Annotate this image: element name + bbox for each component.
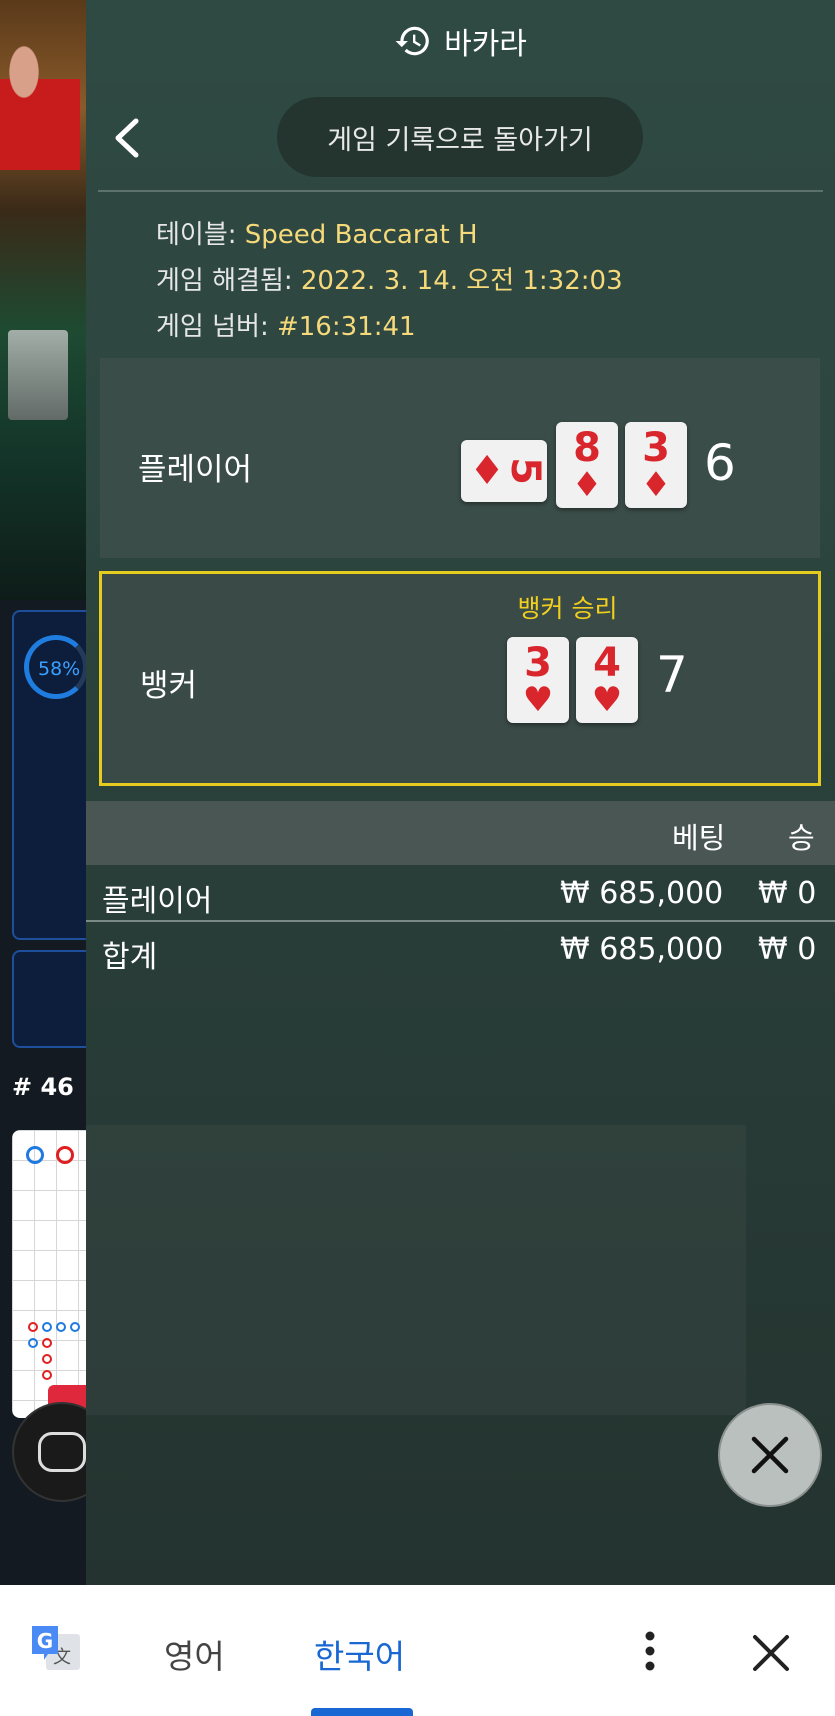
banker-card-2: 4 ♥: [576, 637, 638, 723]
bet-column-header: 베팅: [672, 821, 726, 855]
close-icon: [751, 1436, 789, 1474]
player-label: 플레이어: [138, 452, 253, 488]
chip-icon: [38, 1432, 86, 1472]
card-shoe-image: [8, 330, 68, 420]
overlay-header: 바카라: [86, 0, 835, 82]
card-suit: ♦: [469, 448, 505, 494]
table-info: 테이블: Speed Baccarat H: [156, 214, 478, 251]
bet-row-name: 플레이어: [102, 884, 213, 919]
table-label: 테이블:: [156, 220, 237, 250]
total-row-win: ₩ 0: [758, 932, 817, 967]
card-suit: ♦: [640, 465, 672, 505]
card-suit: ♥: [522, 680, 554, 720]
divider: [98, 190, 823, 192]
resolved-label: 게임 해결됨:: [156, 266, 293, 296]
road-dot: [56, 1322, 66, 1332]
bet-row-amount: ₩ 685,000: [560, 876, 724, 911]
bead-road: [12, 1130, 86, 1418]
win-column-header: 승: [788, 821, 815, 855]
game-number-info: 게임 넘버: #16:31:41: [156, 306, 416, 343]
target-language-tab[interactable]: 한국어: [314, 1630, 405, 1678]
resolved-value: 2022. 3. 14. 오전 1:32:03: [300, 266, 623, 296]
back-arrow-icon[interactable]: [108, 115, 144, 161]
road-dot: [42, 1370, 52, 1380]
road-dot: [42, 1338, 52, 1348]
game-number-label: 게임 넘버:: [156, 312, 269, 342]
svg-text:G: G: [37, 1629, 53, 1653]
total-row-amount: ₩ 685,000: [560, 932, 724, 967]
close-history-button[interactable]: [718, 1403, 822, 1507]
card-suit: ♥: [591, 680, 623, 720]
google-translate-icon[interactable]: 文 G: [28, 1620, 84, 1676]
resolved-info: 게임 해결됨: 2022. 3. 14. 오전 1:32:03: [156, 260, 623, 297]
card-rank: 5: [501, 457, 548, 485]
bet-row-win: ₩ 0: [758, 876, 817, 911]
close-translate-icon[interactable]: [750, 1632, 792, 1674]
road-dot: [26, 1146, 44, 1164]
history-icon: [395, 26, 429, 56]
card-rank: 8: [573, 425, 601, 471]
player-card-1: ♦ 5: [461, 440, 548, 502]
overlay-title: 바카라: [444, 27, 527, 62]
total-row-name: 합계: [102, 940, 158, 975]
road-dot: [70, 1322, 80, 1332]
progress-percent: 58%: [38, 658, 81, 680]
faded-background-road: [86, 1125, 746, 1415]
banker-card-1: 3 ♥: [507, 637, 569, 723]
player-total: 6: [704, 434, 736, 492]
card-rank: 3: [642, 425, 670, 471]
banker-win-tag: 뱅커 승리: [517, 594, 618, 623]
road-dot: [56, 1146, 74, 1164]
back-to-history-button[interactable]: 게임 기록으로 돌아가기: [277, 97, 643, 177]
bet-spot-panel-secondary[interactable]: [12, 950, 86, 1048]
banker-label: 뱅커: [140, 668, 198, 704]
source-language-tab[interactable]: 영어: [164, 1630, 225, 1678]
road-dot: [28, 1338, 38, 1348]
background-game: 58% # 46: [0, 0, 86, 1585]
player-hand: 플레이어 ♦ 5 8 ♦ 3 ♦ 6: [100, 358, 820, 558]
banker-hand: 뱅커 승리 뱅커 3 ♥ 4 ♥ 7: [99, 571, 821, 786]
active-tab-indicator: [311, 1708, 413, 1716]
more-options-icon[interactable]: [632, 1628, 668, 1674]
game-number-value: #16:31:41: [276, 312, 416, 342]
round-label: # 46: [12, 1073, 74, 1101]
dealer-image: [0, 30, 80, 170]
road-dot: [28, 1322, 38, 1332]
table-value: Speed Baccarat H: [244, 220, 478, 250]
card-rank: 4: [593, 640, 621, 686]
translate-bar: [0, 1585, 835, 1716]
game-history-overlay: 바카라 게임 기록으로 돌아가기 테이블: Speed Baccarat H 게…: [86, 0, 835, 1585]
banker-total: 7: [656, 646, 688, 704]
player-card-2: 8 ♦: [556, 422, 618, 508]
card-suit: ♦: [571, 465, 603, 505]
road-dot: [42, 1354, 52, 1364]
road-dot: [42, 1322, 52, 1332]
divider: [86, 920, 835, 922]
player-card-3: 3 ♦: [625, 422, 687, 508]
card-rank: 3: [524, 640, 552, 686]
